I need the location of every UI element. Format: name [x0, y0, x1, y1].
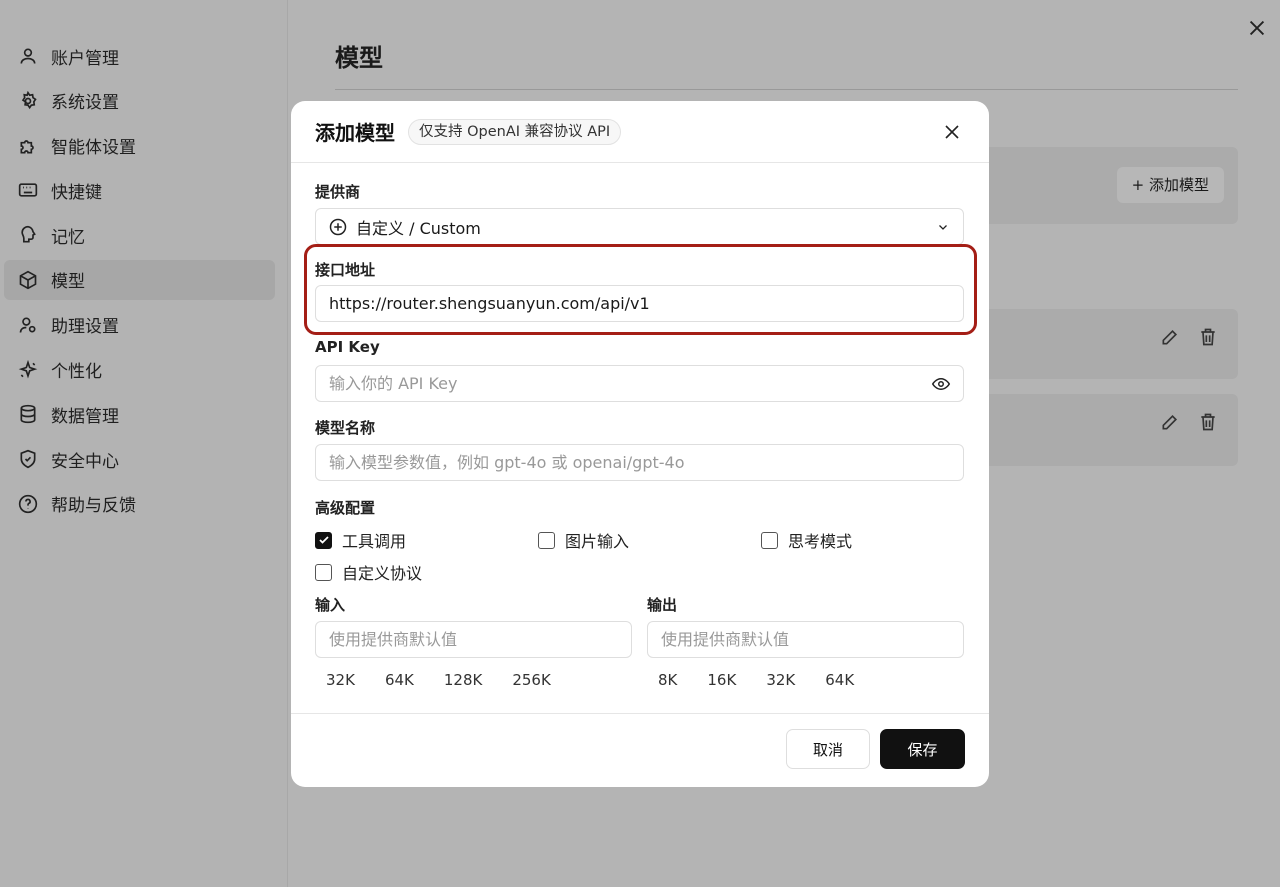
sidebar-item-label: 个性化	[51, 362, 102, 383]
close-icon[interactable]	[943, 123, 961, 141]
sidebar-item-label: 助理设置	[51, 317, 119, 338]
user-icon	[18, 46, 38, 66]
output-tokens-field[interactable]	[647, 621, 964, 658]
checkbox-tool-calling[interactable]: 工具调用	[315, 528, 406, 552]
checkbox-label: 自定义协议	[342, 564, 423, 583]
preset-chip[interactable]: 32K	[315, 671, 366, 689]
input-tokens-label: 输入	[315, 596, 346, 614]
model-name-input[interactable]	[329, 453, 963, 472]
eye-icon[interactable]	[931, 375, 951, 393]
sidebar-item-memory[interactable]: 记忆	[4, 215, 275, 255]
output-tokens-input[interactable]	[661, 630, 963, 649]
dialog-header: 添加模型 仅支持 OpenAI 兼容协议 API	[291, 101, 989, 163]
database-icon	[18, 404, 38, 424]
plus-circle-icon	[329, 218, 347, 235]
sparkle-icon	[18, 359, 38, 380]
model-name-field[interactable]	[315, 444, 964, 481]
preset-chip[interactable]: 256K	[501, 671, 561, 689]
checkbox[interactable]	[538, 531, 555, 549]
endpoint-field[interactable]	[315, 285, 964, 322]
sidebar-item-label: 智能体设置	[51, 138, 136, 159]
page-title: 模型	[335, 44, 383, 72]
sidebar-item-personalize[interactable]: 个性化	[4, 350, 275, 390]
checkbox-thinking-mode[interactable]: 思考模式	[761, 528, 852, 552]
model-row-actions	[1160, 412, 1218, 432]
checkbox-image-input[interactable]: 图片输入	[538, 528, 629, 552]
puzzle-icon	[18, 136, 38, 156]
checkbox-label: 思考模式	[788, 532, 853, 551]
provider-select[interactable]: 自定义 / Custom	[315, 208, 964, 245]
input-token-presets: 32K 64K 128K 256K	[315, 671, 562, 689]
trash-icon[interactable]	[1198, 327, 1218, 347]
preset-chip[interactable]: 64K	[814, 671, 865, 689]
sidebar-item-help[interactable]: 帮助与反馈	[4, 484, 275, 524]
checkbox-label: 图片输入	[565, 532, 630, 551]
preset-chip[interactable]: 64K	[374, 671, 425, 689]
input-tokens-input[interactable]	[329, 630, 631, 649]
cube-icon	[18, 270, 38, 290]
provider-value: 自定义 / Custom	[356, 218, 481, 238]
sidebar-item-account[interactable]: 账户管理	[4, 36, 275, 76]
checkbox-label: 工具调用	[342, 532, 407, 551]
output-token-presets: 8K 16K 32K 64K	[647, 671, 865, 689]
keyboard-icon	[18, 180, 38, 200]
brain-icon	[18, 225, 38, 245]
save-button[interactable]: 保存	[880, 729, 965, 769]
preset-chip[interactable]: 128K	[433, 671, 493, 689]
add-model-dialog: 添加模型 仅支持 OpenAI 兼容协议 API 提供商 自定义 / Custo…	[291, 101, 989, 787]
sidebar-item-agent[interactable]: 智能体设置	[4, 126, 275, 166]
gear-icon	[18, 90, 38, 111]
divider	[335, 89, 1238, 90]
shield-icon	[18, 449, 38, 469]
sidebar-item-label: 安全中心	[51, 451, 119, 472]
chevron-down-icon	[939, 225, 947, 230]
provider-label: 提供商	[315, 183, 361, 201]
api-key-field[interactable]	[315, 365, 964, 402]
preset-chip[interactable]: 8K	[647, 671, 688, 689]
preset-chip[interactable]: 32K	[755, 671, 806, 689]
model-row-actions	[1160, 327, 1218, 347]
sidebar-item-assistant[interactable]: 助理设置	[4, 305, 275, 345]
checkbox[interactable]	[761, 531, 778, 549]
output-tokens-label: 输出	[647, 596, 678, 614]
sidebar-item-label: 模型	[51, 272, 85, 293]
sidebar-item-models[interactable]: 模型	[4, 259, 275, 300]
help-icon	[18, 494, 38, 514]
api-key-input[interactable]	[329, 374, 963, 393]
trash-icon[interactable]	[1198, 412, 1218, 432]
sidebar-item-label: 帮助与反馈	[51, 496, 136, 517]
input-tokens-field[interactable]	[315, 621, 632, 658]
edit-icon[interactable]	[1160, 327, 1180, 347]
sidebar-item-label: 系统设置	[51, 93, 119, 114]
sidebar-item-label: 账户管理	[51, 48, 119, 69]
close-icon[interactable]	[1246, 17, 1268, 39]
endpoint-label: 接口地址	[315, 261, 376, 279]
checkbox-custom-protocol[interactable]: 自定义协议	[315, 560, 422, 584]
sidebar-item-shortcuts[interactable]: 快捷键	[4, 170, 275, 210]
sidebar-item-label: 数据管理	[51, 406, 119, 427]
preset-chip[interactable]: 16K	[696, 671, 747, 689]
dialog-title: 添加模型	[315, 121, 395, 145]
sidebar-item-security[interactable]: 安全中心	[4, 439, 275, 479]
model-name-label: 模型名称	[315, 419, 376, 437]
check-icon	[318, 536, 329, 544]
user-gear-icon	[18, 315, 38, 335]
checkbox[interactable]	[315, 531, 332, 549]
add-model-button[interactable]: + 添加模型	[1116, 167, 1224, 203]
checkbox[interactable]	[315, 563, 332, 581]
advanced-label: 高级配置	[315, 499, 376, 517]
sidebar: 账户管理 系统设置 智能体设置 快捷键 记忆 模型 助理设置 个性化 数据管理 …	[0, 0, 288, 887]
sidebar-item-label: 快捷键	[51, 182, 102, 203]
sidebar-item-label: 记忆	[51, 227, 85, 248]
endpoint-input[interactable]	[329, 294, 963, 313]
sidebar-item-data[interactable]: 数据管理	[4, 394, 275, 434]
footer-divider	[291, 713, 989, 714]
sidebar-item-system[interactable]: 系统设置	[4, 81, 275, 121]
cancel-button[interactable]: 取消	[786, 729, 870, 769]
edit-icon[interactable]	[1160, 412, 1180, 432]
api-key-label: API Key	[315, 338, 380, 356]
compat-tag: 仅支持 OpenAI 兼容协议 API	[408, 118, 622, 145]
